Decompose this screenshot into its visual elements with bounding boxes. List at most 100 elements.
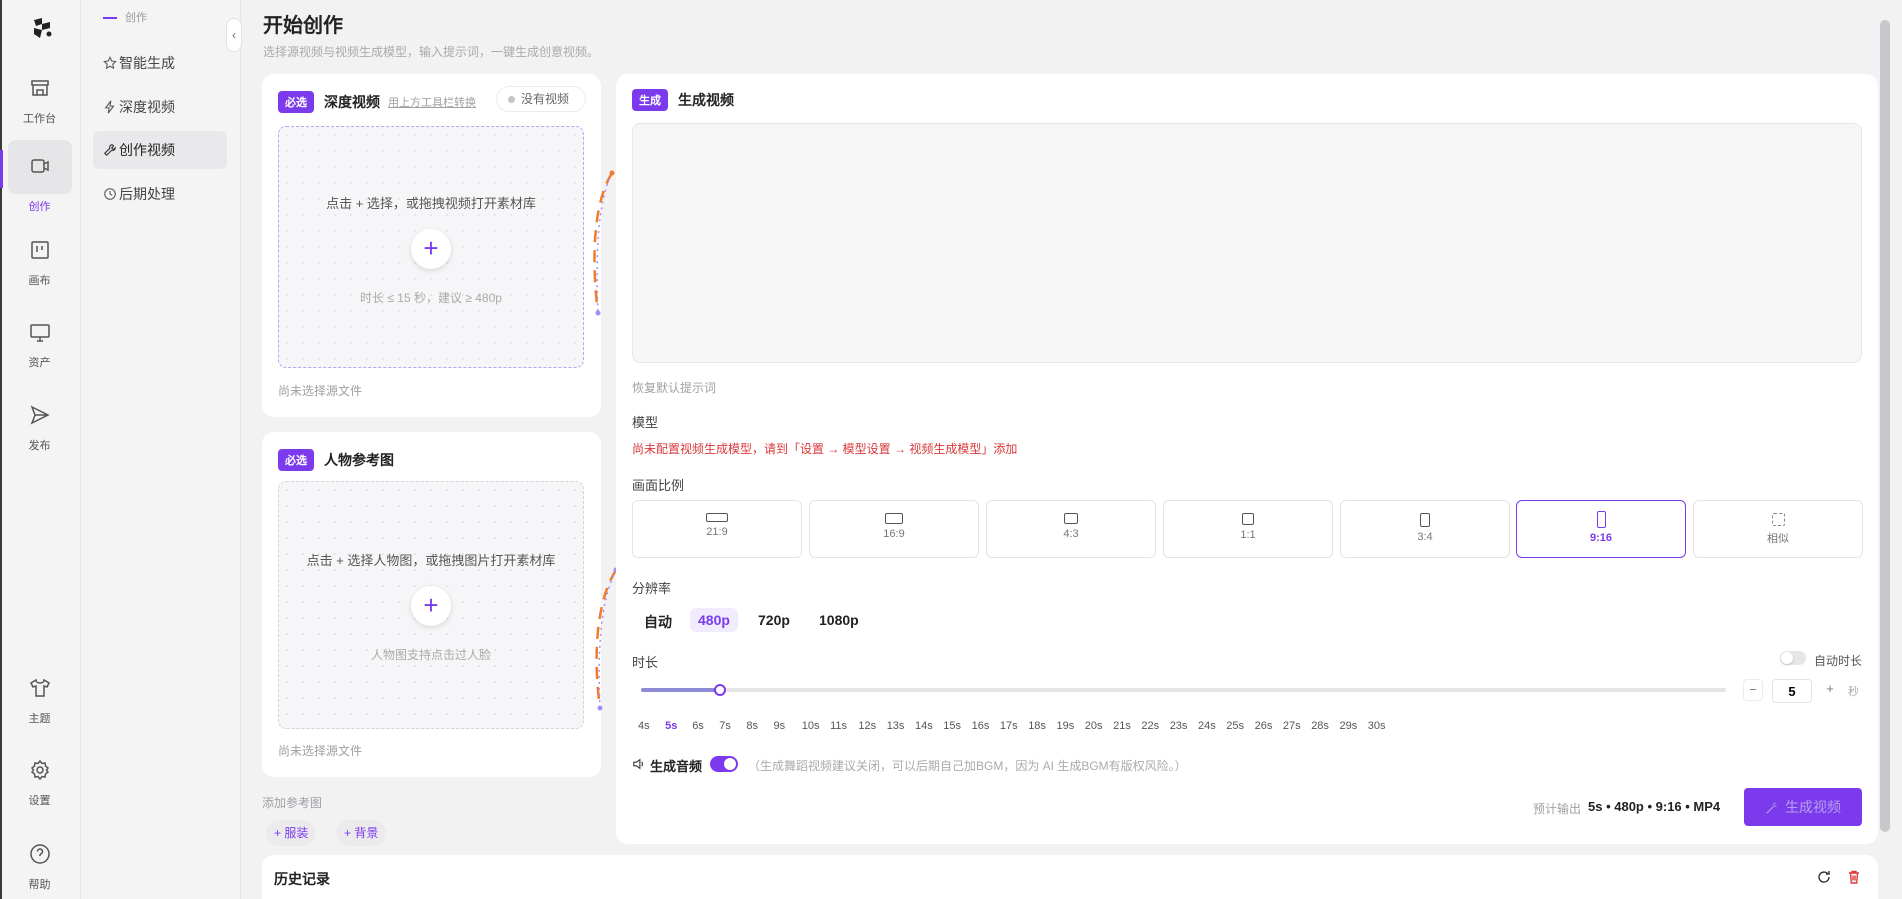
wrench-icon — [103, 144, 116, 157]
star-icon — [103, 56, 117, 70]
subnav-item-post-process[interactable]: 后期处理 — [93, 175, 227, 213]
model-warning[interactable]: 尚未配置视频生成模型，请到「设置 → 模型设置 → 视频生成模型」添加 — [632, 440, 1017, 457]
duration-tick[interactable]: 14s — [915, 720, 933, 732]
duration-tick[interactable]: 13s — [887, 720, 905, 732]
help-icon — [29, 844, 50, 864]
ratio-option-similar[interactable]: 相似 — [1693, 500, 1863, 558]
ratio-option-9-16[interactable]: 9:16 — [1516, 500, 1686, 558]
duration-tick[interactable]: 18s — [1028, 720, 1046, 732]
auto-duration-toggle[interactable] — [1780, 651, 1806, 665]
ratio-option-label: 3:4 — [1417, 531, 1433, 543]
duration-slider-handle[interactable] — [713, 684, 726, 696]
output-estimate-value: 5s • 480p • 9:16 • MP4 — [1588, 799, 1721, 814]
monitor-icon — [29, 324, 50, 342]
person-card-title: 人物参考图 — [324, 452, 394, 468]
duration-tick[interactable]: 29s — [1340, 720, 1358, 732]
resolution-480p[interactable]: 480p — [690, 608, 738, 632]
duration-slider-track[interactable] — [641, 688, 1726, 692]
person-reference-card: 必选 人物参考图 点击 + 选择人物图，或拖拽图片打开素材库 + 人物图支持点击… — [262, 432, 601, 777]
app-logo-icon[interactable] — [28, 14, 56, 42]
trash-icon[interactable] — [1846, 869, 1862, 885]
duration-slider-fill — [641, 688, 720, 692]
rail-item-settings[interactable]: 设置 — [0, 758, 79, 808]
duration-tick[interactable]: 25s — [1226, 720, 1244, 732]
history-title: 历史记录 — [274, 871, 330, 887]
required-tag: 必选 — [278, 91, 314, 113]
duration-tick[interactable]: 27s — [1283, 720, 1301, 732]
add-video-plus-icon[interactable]: + — [411, 229, 451, 269]
subnav-item-deep-video[interactable]: 深度视频 — [93, 88, 227, 126]
duration-tick[interactable]: 7s — [719, 720, 731, 732]
ratio-1-1-icon — [1242, 513, 1254, 525]
ratio-option-4-3[interactable]: 4:3 — [986, 500, 1156, 558]
ratio-21-9-icon — [706, 513, 728, 522]
duration-increment-button[interactable]: + — [1820, 679, 1840, 701]
duration-tick[interactable]: 10s — [802, 720, 820, 732]
duration-tick[interactable]: 12s — [858, 720, 876, 732]
video-dropzone[interactable]: 点击 + 选择，或拖拽视频打开素材库 + 时长 ≤ 15 秒，建议 ≥ 480p — [278, 126, 584, 368]
duration-tick[interactable]: 5s — [665, 720, 677, 732]
duration-tick[interactable]: 26s — [1255, 720, 1273, 732]
duration-tick[interactable]: 8s — [746, 720, 758, 732]
duration-tick[interactable]: 30s — [1368, 720, 1386, 732]
duration-tick[interactable]: 4s — [638, 720, 650, 732]
duration-tick[interactable]: 15s — [943, 720, 961, 732]
duration-tick[interactable]: 23s — [1170, 720, 1188, 732]
rail-item-help[interactable]: 帮助 — [0, 842, 79, 892]
reset-prompt-link[interactable]: 恢复默认提示词 — [632, 379, 716, 396]
toolbar-convert-link[interactable]: 用上方工具栏转换 — [388, 94, 476, 110]
resolution-720p[interactable]: 720p — [750, 608, 798, 632]
subnav-item-smart-generate[interactable]: 智能生成 — [93, 44, 227, 82]
ratio-option-3-4[interactable]: 3:4 — [1340, 500, 1510, 558]
generate-audio-toggle[interactable] — [710, 756, 738, 772]
duration-tick[interactable]: 16s — [972, 720, 990, 732]
gear-icon — [30, 759, 49, 781]
ratio-option-21-9[interactable]: 21:9 — [632, 500, 802, 558]
duration-tick[interactable]: 11s — [830, 720, 847, 732]
rail-item-publish[interactable]: 发布 — [0, 403, 79, 453]
add-background-button[interactable]: + 背景 — [336, 820, 387, 846]
duration-tick[interactable]: 6s — [692, 720, 704, 732]
clock-icon — [104, 188, 116, 200]
add-background-label: 背景 — [354, 826, 379, 840]
resolution-1080p[interactable]: 1080p — [811, 608, 867, 632]
subnav-item-label: 创作视频 — [119, 142, 175, 158]
duration-tick[interactable]: 19s — [1057, 720, 1075, 732]
generate-video-button-label: 生成视频 — [1785, 799, 1841, 815]
rail-item-label: 创作 — [28, 201, 51, 213]
duration-value-input[interactable] — [1772, 679, 1812, 703]
connector-lines — [593, 170, 618, 711]
resolution-auto[interactable]: 自动 — [636, 608, 680, 636]
add-person-plus-icon[interactable]: + — [411, 586, 451, 626]
page-scrollbar[interactable] — [1880, 20, 1890, 832]
ratio-option-1-1[interactable]: 1:1 — [1163, 500, 1333, 558]
ratio-option-label: 21:9 — [706, 526, 728, 538]
duration-tick[interactable]: 20s — [1085, 720, 1103, 732]
duration-tick[interactable]: 21s — [1113, 720, 1131, 732]
duration-tick[interactable]: 9s — [774, 720, 786, 732]
ratio-option-16-9[interactable]: 16:9 — [809, 500, 979, 558]
ratio-option-label: 9:16 — [1589, 532, 1613, 544]
person-image-dropzone[interactable]: 点击 + 选择人物图，或拖拽图片打开素材库 + 人物图支持点击过人脸 — [278, 481, 584, 729]
duration-tick[interactable]: 24s — [1198, 720, 1216, 732]
refresh-icon[interactable] — [1816, 869, 1832, 885]
rail-item-theme[interactable]: 主题 — [0, 676, 79, 726]
rail-item-canvas[interactable]: 画布 — [0, 238, 79, 288]
rail-item-assets[interactable]: 资产 — [0, 320, 79, 370]
prompt-input[interactable] — [632, 123, 1862, 363]
collapse-sidebar-button[interactable]: ‹ — [226, 18, 242, 52]
ratio-label: 画面比例 — [632, 478, 685, 493]
duration-tick[interactable]: 28s — [1311, 720, 1329, 732]
generate-video-button[interactable]: 生成视频 — [1744, 788, 1862, 826]
duration-tick[interactable]: 17s — [1000, 720, 1018, 732]
duration-decrement-button[interactable]: − — [1743, 679, 1763, 701]
person-empty-text: 尚未选择源文件 — [278, 744, 363, 758]
duration-tick[interactable]: 22s — [1141, 720, 1159, 732]
rail-item-workbench[interactable]: 工作台 — [0, 76, 79, 126]
add-clothing-button[interactable]: + 服装 — [266, 820, 317, 846]
subnav-item-create-video[interactable]: 创作视频 — [93, 131, 227, 169]
rail-item-label: 资产 — [28, 357, 51, 369]
toggle-knob — [724, 758, 736, 770]
rail-item-create[interactable]: 创作 — [0, 140, 79, 214]
generate-audio-label: 生成音频 — [650, 759, 703, 774]
